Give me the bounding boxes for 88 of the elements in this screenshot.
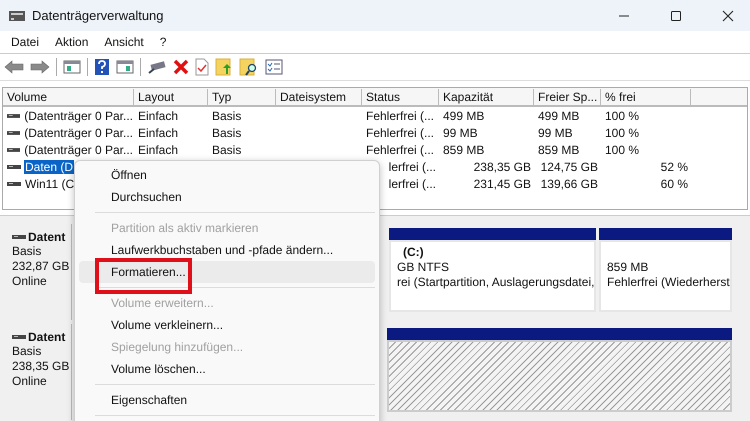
column-header[interactable]: Layout <box>134 88 208 104</box>
partition-title: (C:) <box>402 245 425 260</box>
table-cell: 99 MB <box>443 126 478 140</box>
table-cell[interactable]: (Datenträger 0 Par... <box>23 108 134 122</box>
column-header[interactable]: Volume <box>3 88 134 104</box>
table-cell: 60 % <box>660 176 688 190</box>
column-header[interactable]: Freier Sp... <box>534 88 601 104</box>
network-drive-icon[interactable] <box>147 59 167 75</box>
table-cell: Fehlerfrei (... <box>366 142 434 156</box>
table-cell[interactable]: Daten (D <box>24 160 74 174</box>
table-cell: 499 MB <box>443 108 484 122</box>
table-cell: lerfrei (... <box>388 160 436 174</box>
table-cell[interactable]: Win11 (C <box>24 176 76 190</box>
table-cell: Einfach <box>138 108 178 122</box>
menu-item[interactable]: Eigenschaften <box>79 389 375 411</box>
menu-item[interactable]: Laufwerkbuchstaben und -pfade ändern... <box>79 239 375 261</box>
menu-item[interactable]: Ansicht <box>104 35 144 49</box>
menu-item[interactable]: Aktion <box>55 35 88 49</box>
disk-info: 232,87 GB <box>12 259 70 274</box>
table-cell: 52 % <box>660 160 688 174</box>
partition-info: rei (Startpartition, Auslagerungsdatei, <box>397 275 594 290</box>
forward-arrow-icon[interactable] <box>30 59 50 75</box>
checked-document-icon[interactable] <box>195 58 209 76</box>
table-cell: Basis <box>212 142 242 156</box>
drive-icon <box>7 146 20 152</box>
drive-icon <box>12 234 26 240</box>
checklist-icon[interactable] <box>265 59 283 75</box>
table-cell: 238,35 GB <box>474 160 531 174</box>
table-cell[interactable]: (Datenträger 0 Par... <box>23 126 134 140</box>
disk-info: 238,35 GB <box>12 359 70 374</box>
partition-area[interactable]: 859 MB Fehlerfrei (Wiederherst <box>599 240 732 312</box>
menu-item[interactable]: Datei <box>11 35 40 49</box>
column-header[interactable]: Kapazität <box>439 88 534 104</box>
table-cell: Einfach <box>138 142 178 156</box>
table-cell: Fehlerfrei (... <box>366 126 434 140</box>
maximize-icon[interactable] <box>670 10 682 22</box>
table-cell: Basis <box>212 126 242 140</box>
table-cell: 139,66 GB <box>540 176 598 190</box>
table-cell: Fehlerfrei (... <box>366 108 434 122</box>
panel-icon[interactable] <box>116 59 134 75</box>
window-title: Datenträgerverwaltung <box>32 8 164 23</box>
folder-up-icon[interactable] <box>215 58 233 76</box>
menu-item[interactable]: Durchsuchen <box>79 186 375 208</box>
disk-info: Online <box>12 274 48 289</box>
table-cell: 231,45 GB <box>474 176 531 190</box>
drive-icon <box>7 130 20 136</box>
partition-info: GB NTFS <box>397 260 450 275</box>
disk-info: Online <box>12 374 48 389</box>
partition-info: Fehlerfrei (Wiederherst <box>607 275 730 290</box>
help-icon[interactable] <box>94 58 110 76</box>
drive-icon <box>7 112 20 118</box>
disk-name: Datent <box>28 230 66 244</box>
delete-icon[interactable] <box>173 59 189 75</box>
drive-icon <box>7 164 21 170</box>
table-cell[interactable]: (Datenträger 0 Par... <box>23 142 134 156</box>
table-cell: 100 % <box>605 142 640 156</box>
table-cell: 859 MB <box>538 142 580 156</box>
table-cell: 99 MB <box>538 126 573 140</box>
column-header[interactable]: Status <box>362 88 439 104</box>
disk-name: Datent <box>28 330 66 344</box>
menu-item[interactable]: Öffnen <box>79 164 375 186</box>
table-cell: Basis <box>212 108 242 122</box>
menu-item[interactable]: ? <box>160 35 166 49</box>
folder-search-icon[interactable] <box>239 58 259 76</box>
table-cell: 859 MB <box>443 142 484 156</box>
disk-info: Basis <box>12 244 42 259</box>
panel-icon[interactable] <box>63 59 81 75</box>
partition-info: 859 MB <box>607 260 650 275</box>
column-header[interactable]: Dateisystem <box>276 88 362 104</box>
table-cell: lerfrei (... <box>388 176 436 190</box>
menu-item[interactable]: Formatieren... <box>79 261 375 283</box>
partition-area[interactable] <box>387 340 732 412</box>
table-cell: 124,75 GB <box>540 160 598 174</box>
drive-icon <box>7 180 21 186</box>
table-cell: 499 MB <box>538 108 580 122</box>
drive-icon <box>12 334 26 340</box>
column-header[interactable]: Typ <box>208 88 276 104</box>
table-cell: 100 % <box>605 126 640 140</box>
drive-icon <box>8 8 26 22</box>
table-cell: 100 % <box>605 108 640 122</box>
disk-info: Basis <box>12 344 42 359</box>
column-header[interactable]: % frei <box>601 88 691 104</box>
table-cell: Einfach <box>138 126 178 140</box>
menu-item[interactable]: Volume löschen... <box>79 358 375 380</box>
partition-area[interactable]: (C:) GB NTFS rei (Startpartition, Auslagerungsdatei, <box>389 240 596 312</box>
close-icon[interactable] <box>722 10 734 22</box>
back-arrow-icon[interactable] <box>4 59 24 75</box>
menu-item[interactable]: Volume verkleinern... <box>79 314 375 336</box>
